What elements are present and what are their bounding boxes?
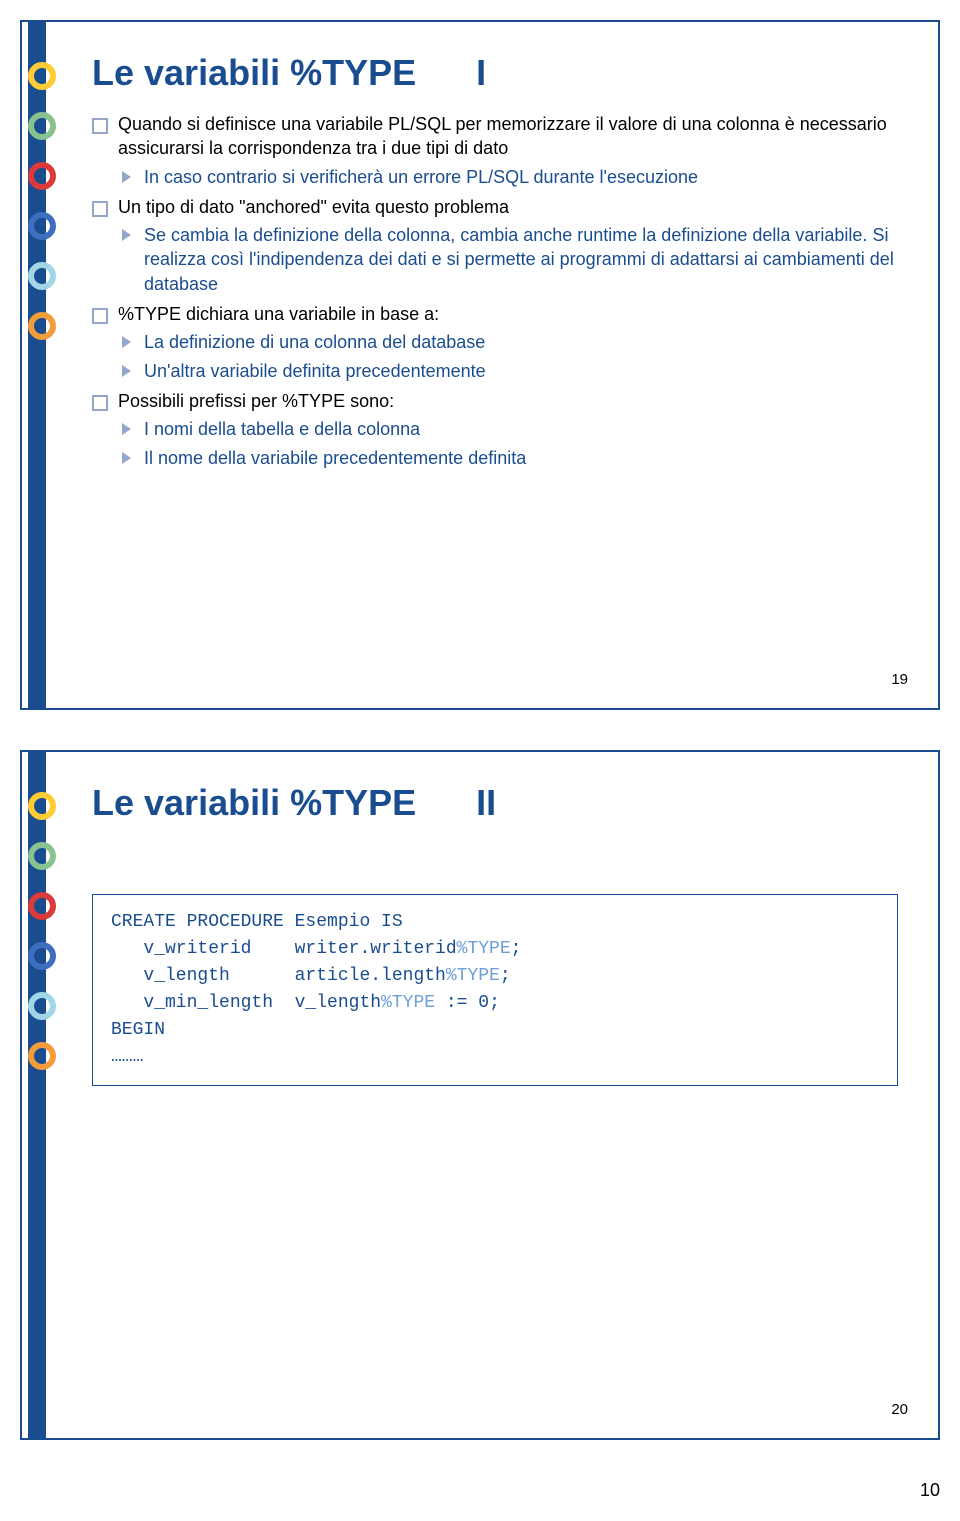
code-line: CREATE PROCEDURE Esempio IS — [111, 912, 403, 932]
bullet-item: Possibili prefissi per %TYPE sono: I nom… — [92, 389, 898, 470]
slide-2: Le variabili %TYPE II CREATE PROCEDURE E… — [20, 750, 940, 1440]
sub-item: La definizione di una colonna del databa… — [118, 330, 898, 354]
code-block: CREATE PROCEDURE Esempio IS v_writerid w… — [92, 894, 898, 1086]
type-keyword: %TYPE — [381, 993, 435, 1013]
sub-item: In caso contrario si verificherà un erro… — [118, 165, 898, 189]
deco-arc — [28, 162, 56, 190]
deco-arc — [28, 262, 56, 290]
bullet-item: %TYPE dichiara una variabile in base a: … — [92, 302, 898, 383]
deco-arc — [28, 1042, 56, 1070]
slide-number: 19 — [891, 671, 908, 688]
type-keyword: %TYPE — [446, 966, 500, 986]
deco-arc — [28, 212, 56, 240]
title-part: I — [476, 52, 486, 94]
sub-item: Un'altra variabile definita precedenteme… — [118, 359, 898, 383]
bullet-text: Possibili prefissi per %TYPE sono: — [118, 391, 394, 411]
bullet-text: Quando si definisce una variabile PL/SQL… — [118, 114, 887, 158]
sub-item: Se cambia la definizione della colonna, … — [118, 223, 898, 296]
slide-title: Le variabili %TYPE II — [92, 782, 898, 824]
deco-arc — [28, 842, 56, 870]
title-main: Le variabili %TYPE — [92, 52, 416, 94]
side-decoration — [22, 752, 62, 1438]
bullet-text: %TYPE dichiara una variabile in base a: — [118, 304, 439, 324]
deco-arc — [28, 892, 56, 920]
side-decoration — [22, 22, 62, 708]
title-part: II — [476, 782, 496, 824]
code-line: v_length article.length%TYPE; — [111, 966, 511, 986]
bullet-item: Quando si definisce una variabile PL/SQL… — [92, 112, 898, 189]
slide-1: Le variabili %TYPE I Quando si definisce… — [20, 20, 940, 710]
slide-title: Le variabili %TYPE I — [92, 52, 898, 94]
bullet-item: Un tipo di dato "anchored" evita questo … — [92, 195, 898, 296]
deco-arc — [28, 792, 56, 820]
deco-arc — [28, 942, 56, 970]
deco-arc — [28, 112, 56, 140]
deco-arc — [28, 992, 56, 1020]
slide-number: 20 — [891, 1401, 908, 1418]
deco-arc — [28, 62, 56, 90]
sub-item: Il nome della variabile precedentemente … — [118, 446, 898, 470]
code-line: ……… — [111, 1047, 143, 1067]
bullet-text: Un tipo di dato "anchored" evita questo … — [118, 197, 509, 217]
code-line: BEGIN — [111, 1020, 165, 1040]
title-main: Le variabili %TYPE — [92, 782, 416, 824]
type-keyword: %TYPE — [457, 939, 511, 959]
code-line: v_min_length v_length%TYPE := 0; — [111, 993, 500, 1013]
deco-arc — [28, 312, 56, 340]
slide-content: Quando si definisce una variabile PL/SQL… — [92, 112, 898, 470]
sub-item: I nomi della tabella e della colonna — [118, 417, 898, 441]
code-line: v_writerid writer.writerid%TYPE; — [111, 939, 521, 959]
page-number: 10 — [0, 1480, 960, 1521]
